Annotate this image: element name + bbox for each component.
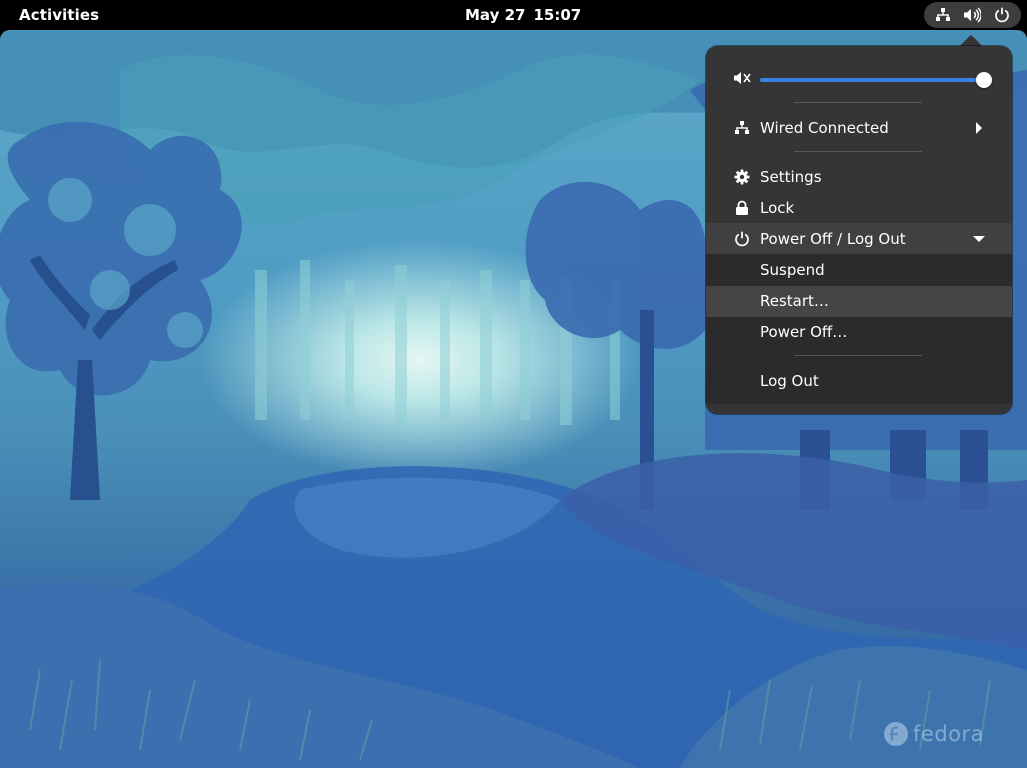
- clock-time: 15:07: [533, 6, 582, 24]
- lock-item[interactable]: Lock: [706, 192, 1012, 223]
- suspend-item[interactable]: Suspend: [706, 255, 1012, 286]
- log-out-item[interactable]: Log Out: [706, 366, 1012, 397]
- volume-slider-handle[interactable]: [976, 72, 992, 88]
- lock-icon: [732, 199, 752, 217]
- power-submenu: Suspend Restart… Power Off… Log Out: [706, 254, 1012, 404]
- fedora-infinity-icon: [884, 722, 908, 746]
- power-off-log-out-item[interactable]: Power Off / Log Out: [706, 223, 1012, 254]
- system-status-button[interactable]: [924, 2, 1021, 28]
- restart-item[interactable]: Restart…: [706, 286, 1012, 317]
- network-status-label: Wired Connected: [760, 118, 889, 137]
- chevron-right-icon: [972, 121, 986, 135]
- network-wired-icon: [934, 6, 952, 24]
- volume-row: [706, 64, 1012, 94]
- network-wired-item[interactable]: Wired Connected: [706, 112, 1012, 143]
- gear-icon: [732, 168, 752, 186]
- power-icon: [993, 6, 1011, 24]
- volume-icon: [963, 6, 982, 24]
- menu-separator: [794, 102, 922, 103]
- activities-button[interactable]: Activities: [8, 0, 110, 30]
- volume-slider[interactable]: [760, 72, 992, 88]
- power-off-log-out-label: Power Off / Log Out: [760, 229, 906, 248]
- power-icon: [732, 230, 752, 248]
- chevron-down-icon: [972, 232, 986, 246]
- volume-muted-icon[interactable]: [733, 70, 751, 90]
- settings-item[interactable]: Settings: [706, 161, 1012, 192]
- network-wired-icon: [732, 119, 752, 137]
- clock-button[interactable]: May 27 15:07: [454, 0, 592, 30]
- lock-label: Lock: [760, 198, 795, 217]
- settings-label: Settings: [760, 167, 822, 186]
- system-menu-popup: Wired Connected Settings Lock Power Off …: [706, 46, 1012, 414]
- clock-date: May 27: [465, 6, 526, 24]
- fedora-wordmark: fedora: [913, 722, 984, 746]
- volume-slider-fill: [760, 78, 984, 82]
- menu-separator: [794, 355, 922, 356]
- power-off-item[interactable]: Power Off…: [706, 317, 1012, 348]
- fedora-logo: fedora: [883, 721, 984, 747]
- menu-separator: [794, 151, 922, 152]
- top-bar: Activities May 27 15:07: [0, 0, 1027, 30]
